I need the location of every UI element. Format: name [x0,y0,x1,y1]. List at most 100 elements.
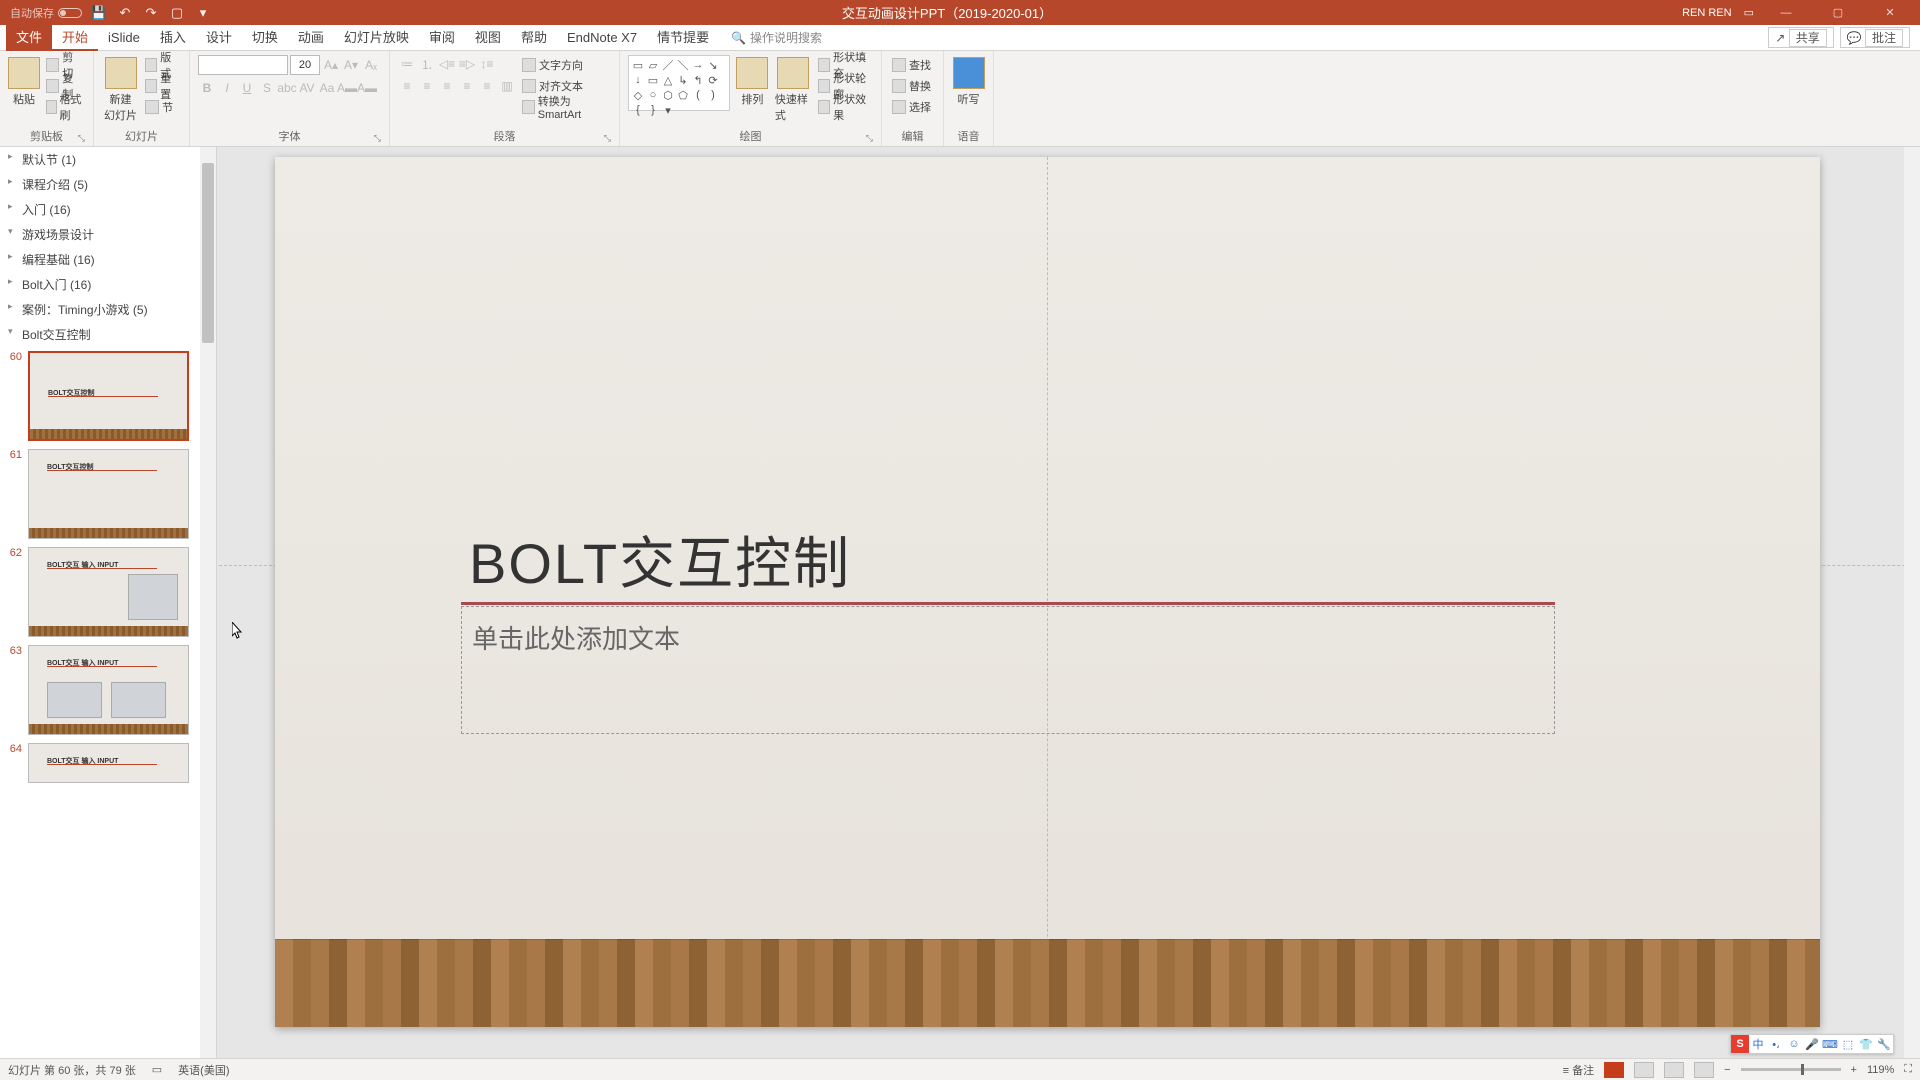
slide-thumbnail[interactable]: 62 BOLT交互 输入 INPUT [0,543,216,641]
strike-button[interactable]: S [258,79,276,97]
user-avatar-icon[interactable]: ▭ [1744,6,1754,19]
quick-styles-button[interactable]: 快速样式 [775,55,812,123]
slide-title[interactable]: BOLT交互控制 [469,519,851,600]
justify-button[interactable]: ≡ [458,77,476,95]
tab-slideshow[interactable]: 幻灯片放映 [334,25,419,51]
section-header[interactable]: Bolt交互控制 [0,322,216,347]
find-button[interactable]: 查找 [890,55,933,75]
section-button[interactable]: 节 [143,97,181,117]
tell-me-search[interactable]: 🔍 操作说明搜索 [731,29,822,46]
fit-window-button[interactable]: ⛶ [1904,1063,1912,1076]
language-indicator[interactable]: 英语(美国) [178,1062,229,1078]
linespacing-button[interactable]: ↕≡ [478,55,496,73]
spacing-button[interactable]: AV [298,79,316,97]
font-color-button[interactable]: A▬ [358,79,376,97]
zoom-in-button[interactable]: + [1851,1064,1857,1076]
ime-punct-button[interactable]: •، [1767,1035,1785,1053]
slide-thumbnail[interactable]: 61 BOLT交互控制 [0,445,216,543]
subtitle-placeholder[interactable]: 单击此处添加文本 [461,606,1555,734]
zoom-slider[interactable] [1741,1068,1841,1071]
shapes-gallery[interactable]: ▭▱／＼→↘↓ ▭△↳↰⟳◇○ ⬡⬠(){}▾ [628,55,730,111]
notes-button[interactable]: ≡ 备注 [1563,1062,1594,1078]
new-slide-button[interactable]: 新建 幻灯片 [102,55,139,123]
case-button[interactable]: Aa [318,79,336,97]
maximize-button[interactable]: ▢ [1818,0,1858,25]
reset-button[interactable]: 重置 [143,76,181,96]
bold-button[interactable]: B [198,79,216,97]
tab-endnote[interactable]: EndNote X7 [557,25,647,51]
slide-thumbnail[interactable]: 63 BOLT交互 输入 INPUT [0,641,216,739]
ime-toolbar[interactable]: S 中 •، ☺ 🎤 ⌨ ⬚ 👕 🔧 [1730,1034,1894,1054]
increase-font-icon[interactable]: A▴ [322,56,340,74]
format-painter-button[interactable]: 格式刷 [44,97,85,117]
outdent-button[interactable]: ◁≡ [438,55,456,73]
normal-view-button[interactable] [1604,1062,1624,1078]
tab-insert[interactable]: 插入 [150,25,196,51]
undo-icon[interactable]: ↶ [116,4,134,22]
decrease-font-icon[interactable]: A▾ [342,56,360,74]
launcher-icon[interactable]: ⤡ [374,133,381,144]
ime-voice-button[interactable]: 🎤 [1803,1035,1821,1053]
clear-format-icon[interactable]: Aₓ [362,56,380,74]
share-button[interactable]: ↗ 共享 [1768,27,1833,48]
shadow-button[interactable]: abc [278,79,296,97]
section-header[interactable]: 默认节 (1) [0,147,216,172]
text-direction-button[interactable]: 文字方向 [520,55,611,75]
bullets-button[interactable]: ≔ [398,55,416,73]
tab-islide[interactable]: iSlide [98,25,150,51]
launcher-icon[interactable]: ⤡ [78,133,85,144]
redo-icon[interactable]: ↷ [142,4,160,22]
columns-button[interactable]: ▥ [498,77,516,95]
font-size-select[interactable]: 20 [290,55,320,75]
slide-thumbnail[interactable]: 64 BOLT交互 输入 INPUT [0,739,216,787]
italic-button[interactable]: I [218,79,236,97]
canvas-scrollbar-vertical[interactable] [1904,147,1920,1058]
ime-settings-button[interactable]: 🔧 [1875,1035,1893,1053]
save-icon[interactable]: 💾 [90,4,108,22]
smartart-button[interactable]: 转换为 SmartArt [520,97,611,117]
section-header[interactable]: 课程介绍 (5) [0,172,216,197]
spellcheck-icon[interactable]: ▭ [152,1063,162,1076]
highlight-button[interactable]: A▬ [338,79,356,97]
sidebar-scrollbar[interactable] [200,147,216,1058]
minimize-button[interactable]: — [1766,0,1806,25]
ime-tool-button[interactable]: 👕 [1857,1035,1875,1053]
align-center-button[interactable]: ≡ [418,77,436,95]
slideshow-view-button[interactable] [1694,1062,1714,1078]
tab-help[interactable]: 帮助 [511,25,557,51]
underline-button[interactable]: U [238,79,256,97]
tab-transitions[interactable]: 切换 [242,25,288,51]
paste-button[interactable]: 粘贴 [8,55,40,107]
tab-design[interactable]: 设计 [196,25,242,51]
shape-effects-button[interactable]: 形状效果 [816,97,873,117]
slide[interactable]: BOLT交互控制 单击此处添加文本 [275,157,1820,1027]
slide-panel[interactable]: 默认节 (1) 课程介绍 (5) 入门 (16) 游戏场景设计 编程基础 (16… [0,147,217,1058]
section-header[interactable]: 游戏场景设计 [0,222,216,247]
sorter-view-button[interactable] [1634,1062,1654,1078]
numbering-button[interactable]: ⒈ [418,55,436,73]
arrange-button[interactable]: 排列 [734,55,771,107]
ime-emoji-button[interactable]: ☺ [1785,1035,1803,1053]
font-family-select[interactable] [198,55,288,75]
qat-more-icon[interactable]: ▾ [194,4,212,22]
launcher-icon[interactable]: ⤡ [604,133,611,144]
comments-button[interactable]: 💬 批注 [1840,27,1910,48]
tab-file[interactable]: 文件 [6,25,52,51]
slide-canvas[interactable]: BOLT交互控制 单击此处添加文本 [217,147,1920,1058]
align-left-button[interactable]: ≡ [398,77,416,95]
dictate-button[interactable]: 听写 [952,55,985,107]
zoom-out-button[interactable]: − [1724,1064,1730,1076]
reading-view-button[interactable] [1664,1062,1684,1078]
ime-keyboard-button[interactable]: ⌨ [1821,1035,1839,1053]
slideshow-icon[interactable]: ▢ [168,4,186,22]
select-button[interactable]: 选择 [890,97,933,117]
section-header[interactable]: 入门 (16) [0,197,216,222]
slide-thumbnail[interactable]: 60 BOLT交互控制 [0,347,216,445]
tab-animations[interactable]: 动画 [288,25,334,51]
tab-view[interactable]: 视图 [465,25,511,51]
tab-review[interactable]: 审阅 [419,25,465,51]
section-header[interactable]: 案例：Timing小游戏 (5) [0,297,216,322]
zoom-level[interactable]: 119% [1867,1064,1894,1076]
ime-skin-button[interactable]: ⬚ [1839,1035,1857,1053]
section-header[interactable]: 编程基础 (16) [0,247,216,272]
